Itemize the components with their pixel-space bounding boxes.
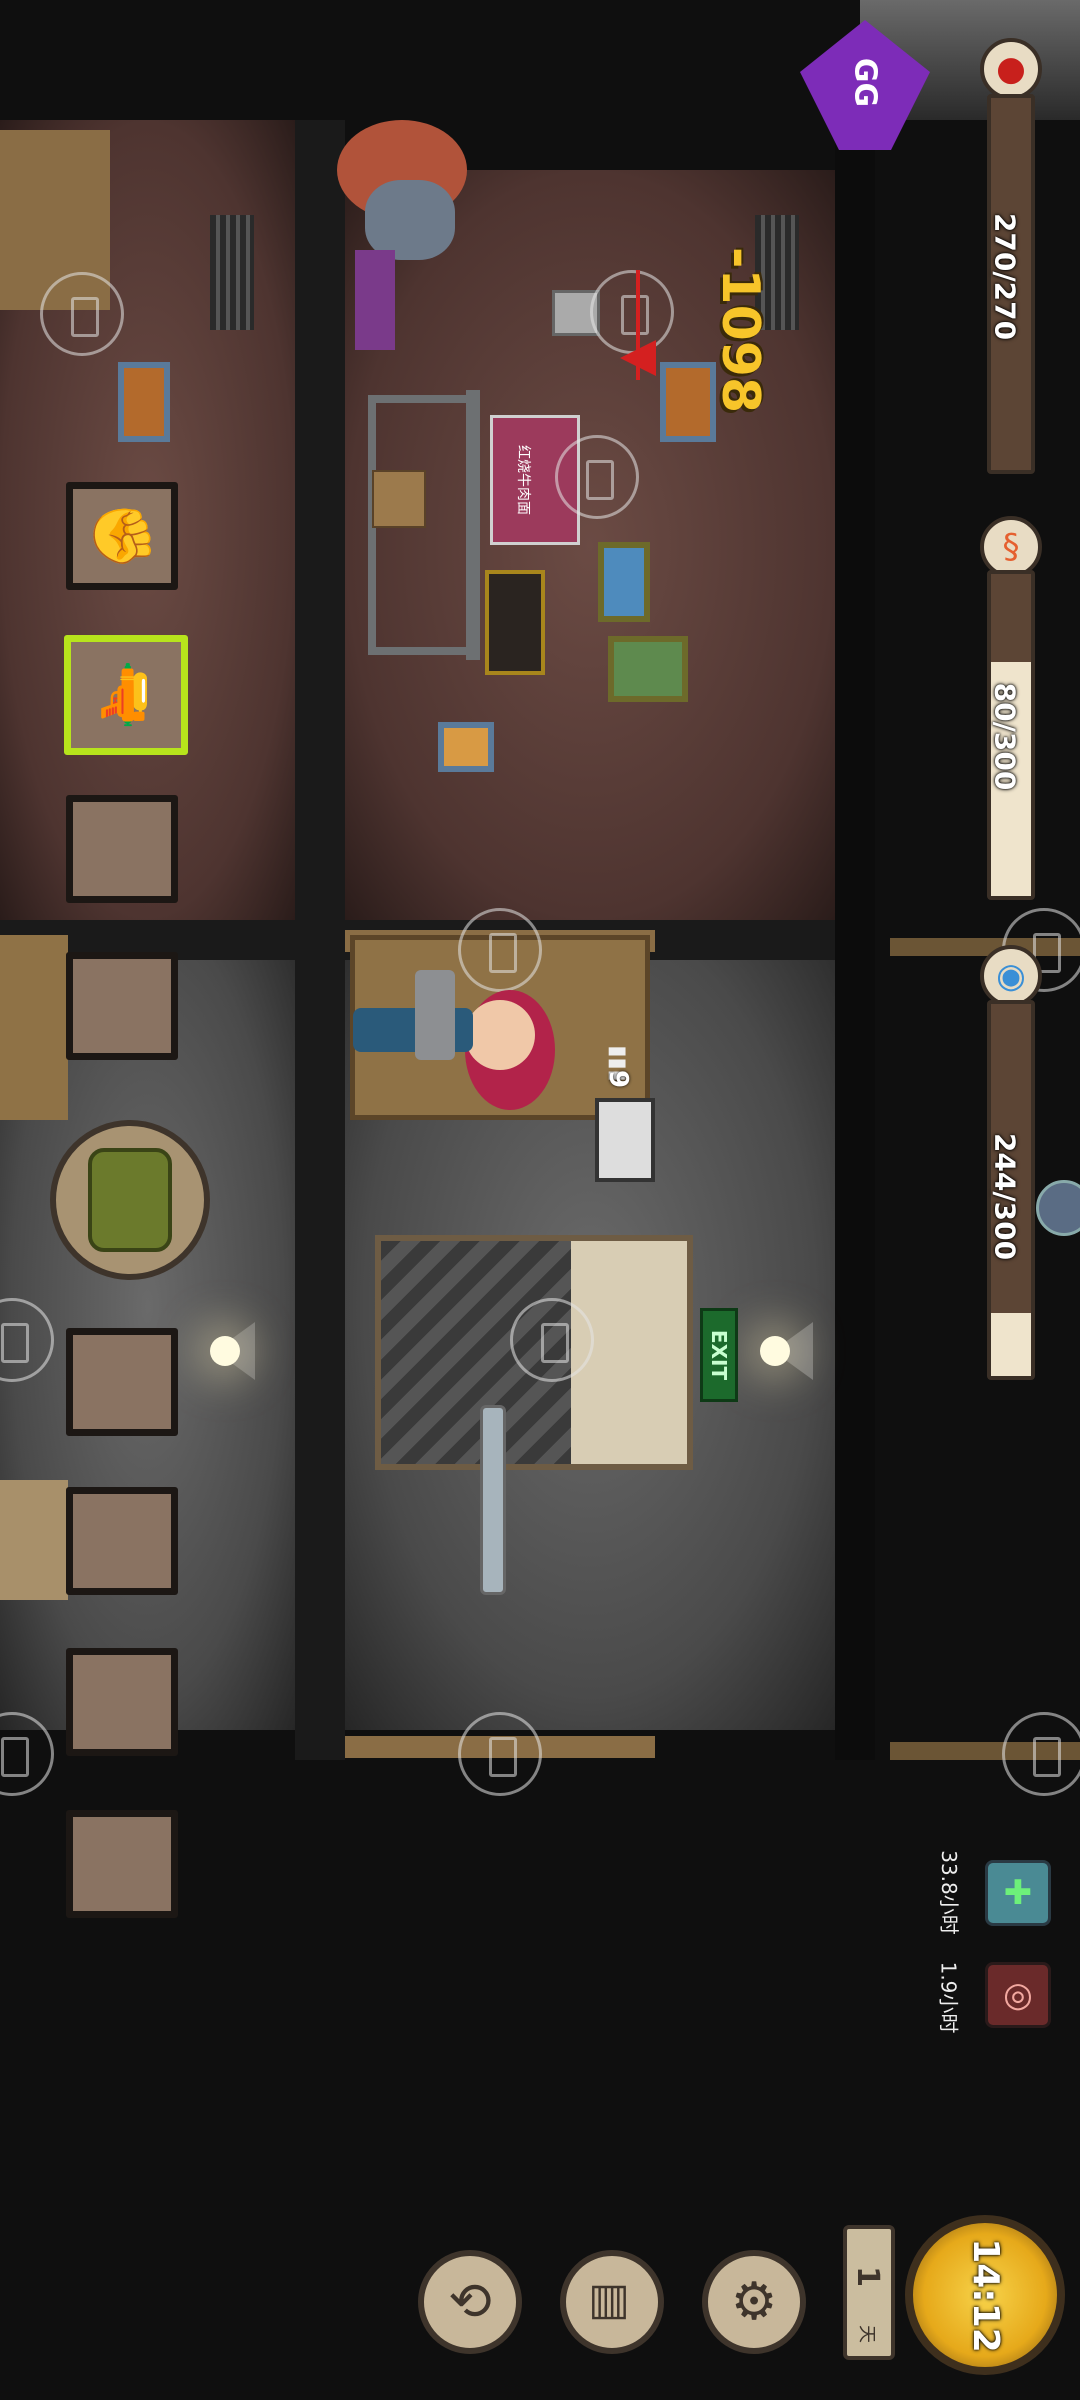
- player-character[interactable]: [345, 960, 565, 1140]
- inventory-slot-empty[interactable]: [66, 1328, 178, 1436]
- player-body: [353, 1008, 473, 1052]
- medkit-duration: 33.8小时: [936, 1849, 961, 1935]
- status-effect-text: 1.9小时: [905, 1961, 995, 2033]
- picture-frame: [660, 362, 716, 442]
- inventory-slot-revolver[interactable]: 🔫: [64, 635, 188, 755]
- ammo-count: 9: [590, 1062, 646, 1096]
- search-marker[interactable]: [590, 270, 674, 354]
- eye-duration: 1.9小时: [936, 1961, 961, 2033]
- brain-icon: ◉: [980, 945, 1042, 1007]
- shelf-top: [466, 390, 480, 660]
- revolver-icon: 🔫: [93, 660, 158, 730]
- roof: [835, 120, 875, 1760]
- zombie-enemy[interactable]: [335, 120, 475, 350]
- backpack-icon: [88, 1148, 172, 1252]
- door-marker[interactable]: [1002, 1712, 1080, 1796]
- inventory-slot-empty[interactable]: [66, 952, 178, 1060]
- clock-dial[interactable]: 14:12: [905, 2215, 1065, 2375]
- basket-icon: ▤: [586, 2281, 638, 2323]
- door-window: [480, 1405, 506, 1595]
- return-icon: ⟲: [448, 2272, 492, 2332]
- exit-sign: EXIT: [700, 1308, 738, 1402]
- zombie-body: [355, 250, 395, 350]
- blood-drop-icon: ●: [980, 38, 1042, 100]
- craft-button[interactable]: ▤: [560, 2250, 664, 2354]
- damage-popup-text: -1098: [710, 246, 770, 414]
- hunger-text: 80/300: [988, 682, 1022, 791]
- lamp-bulb: [760, 1336, 790, 1366]
- door-marker[interactable]: [40, 272, 124, 356]
- backpack-button[interactable]: [50, 1120, 210, 1280]
- player-face: [465, 1000, 535, 1070]
- cardboard-box: [372, 470, 426, 528]
- noodle-box-label: 红烧牛肉面: [515, 445, 531, 515]
- wall-sign: [595, 1098, 655, 1182]
- exit-sign-text: EXIT: [707, 1329, 732, 1381]
- door-marker[interactable]: [458, 1712, 542, 1796]
- clock-time: 14:12: [964, 2237, 1006, 2353]
- damage-popup: -1098: [710, 240, 770, 420]
- revolver-in-hand: [415, 970, 455, 1060]
- day-suffix: 天: [856, 2325, 877, 2343]
- sanity-text: 244/300: [988, 1132, 1022, 1261]
- health-text: 270/270: [988, 212, 1022, 341]
- vitals-hud: ● 270/270 § 80/300 ◉ 244/300: [975, 30, 1075, 1380]
- stomach-icon: §: [980, 516, 1042, 578]
- inventory-slot-empty[interactable]: [66, 1648, 178, 1756]
- fist-icon: ✊: [89, 501, 154, 571]
- picture-frame: [598, 542, 650, 622]
- inventory-slot-fist[interactable]: ✊: [66, 482, 178, 590]
- enemy-health-line: [636, 270, 640, 380]
- microwave: [485, 570, 545, 675]
- return-button[interactable]: ⟲: [418, 2250, 522, 2354]
- vent: [210, 215, 254, 330]
- picture-frame: [438, 722, 494, 772]
- inventory-slot-empty[interactable]: [66, 1810, 178, 1918]
- ammo-count-text: 9: [603, 1069, 633, 1089]
- picture-frame: [118, 362, 170, 442]
- settings-button[interactable]: ⚙: [702, 2250, 806, 2354]
- wooden-door-lower[interactable]: [0, 935, 68, 1120]
- door-marker[interactable]: [510, 1298, 594, 1382]
- zombie-face: [365, 180, 455, 260]
- search-marker[interactable]: [555, 435, 639, 519]
- picture-frame: [608, 636, 688, 702]
- status-effect-text: 33.8小时: [905, 1850, 995, 1935]
- day-counter: 1 天: [843, 2225, 895, 2360]
- inventory-slot-empty[interactable]: [66, 1487, 178, 1595]
- lamp-bulb: [210, 1336, 240, 1366]
- crate: [0, 1480, 68, 1600]
- gg-badge[interactable]: GG: [800, 20, 930, 150]
- gg-badge-text: GG: [847, 57, 883, 108]
- inventory-slot-empty[interactable]: [66, 795, 178, 903]
- medkit-icon: ✚: [1003, 1873, 1033, 1913]
- eye-icon: ◎: [1003, 1975, 1033, 2015]
- gear-icon: ⚙: [730, 2272, 778, 2332]
- day-number: 1: [849, 2266, 885, 2287]
